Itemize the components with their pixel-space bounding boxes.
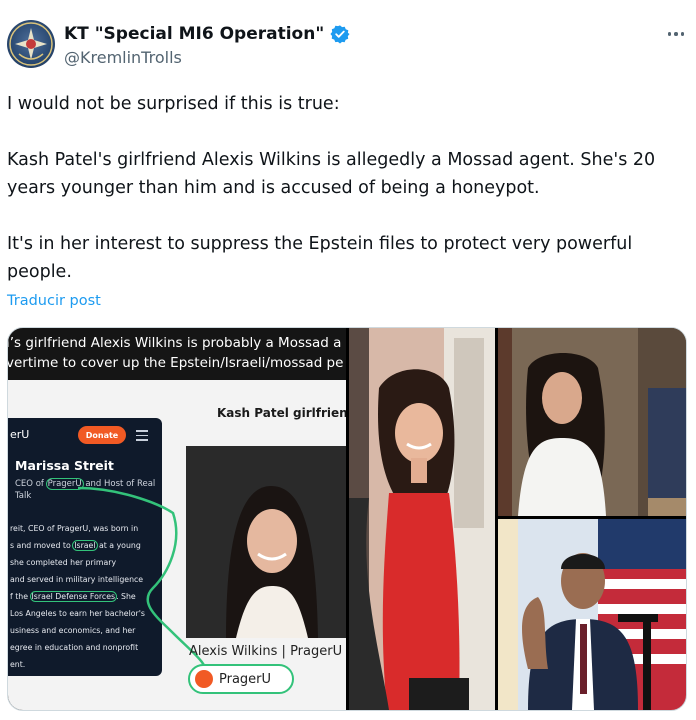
image-headline: l’s girlfriend Alexis Wilkins is probabl… [8, 328, 346, 380]
prageru-label: PragerU [219, 671, 272, 687]
media-image-podium[interactable] [498, 519, 686, 710]
card-name: Alexis Wilkins | PragerU [189, 644, 343, 659]
tweet-paragraph: It's in her interest to suppress the Eps… [7, 234, 633, 282]
woman-portrait-photo [186, 446, 346, 638]
prageru-badge: PragerU [188, 664, 294, 694]
phone-screenshot: erU Donate Marissa Streit CEO of PragerU… [8, 418, 162, 676]
donate-button: Donate [78, 426, 126, 444]
profile-name: Marissa Streit [15, 458, 114, 473]
more-options-icon[interactable] [664, 24, 688, 44]
author-avatar[interactable] [7, 20, 55, 68]
translate-post-link[interactable]: Traducir post [7, 293, 101, 309]
tweet-text: I would not be surprised if this is true… [7, 90, 687, 286]
tweet-paragraph: Kash Patel's girlfriend Alexis Wilkins i… [7, 150, 656, 198]
media-image-red-dress[interactable] [349, 328, 495, 710]
author-display-name[interactable]: KT "Special MI6 Operation" [64, 24, 324, 44]
media-image-collage[interactable]: l’s girlfriend Alexis Wilkins is probabl… [8, 328, 346, 710]
media-image-white-dress[interactable] [498, 328, 686, 516]
prageru-logo-icon [195, 670, 213, 688]
verified-badge-icon[interactable] [330, 24, 350, 44]
site-logo: erU [10, 428, 30, 441]
author-name-row: KT "Special MI6 Operation" [64, 22, 350, 46]
headline-line: vertime to cover up the Epstein/Israeli/… [8, 355, 344, 371]
tweet-paragraph: I would not be surprised if this is true… [7, 94, 340, 114]
author-handle[interactable]: @KremlinTrolls [64, 48, 182, 67]
profile-bio: reit, CEO of PragerU, was born in s and … [10, 524, 145, 669]
headline-line: l’s girlfriend Alexis Wilkins is probabl… [8, 335, 342, 351]
emblem-avatar-icon [9, 22, 53, 66]
hamburger-menu-icon [136, 430, 148, 441]
card-title: Kash Patel girlfriend [217, 406, 346, 420]
profile-title: CEO of PragerU and Host of Real Talk [15, 478, 156, 501]
media-grid[interactable]: l’s girlfriend Alexis Wilkins is probabl… [7, 327, 687, 711]
